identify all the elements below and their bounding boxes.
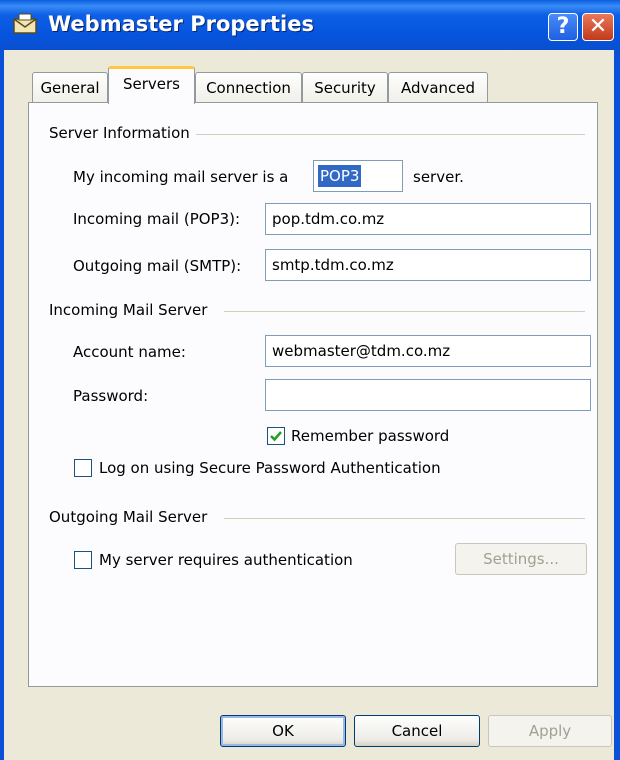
password-field[interactable] — [265, 379, 591, 411]
apply-button[interactable]: Apply — [488, 715, 612, 747]
help-button[interactable]: ? — [548, 13, 578, 41]
remember-password-checkbox[interactable] — [267, 427, 285, 445]
password-label: Password: — [73, 387, 149, 405]
tab-servers[interactable]: Servers — [108, 66, 195, 104]
tab-security[interactable]: Security — [302, 72, 388, 103]
tab-connection[interactable]: Connection — [195, 72, 302, 103]
incoming-mail-field[interactable]: pop.tdm.co.mz — [265, 203, 591, 235]
account-name-label: Account name: — [73, 343, 186, 361]
close-button[interactable]: ✕ — [582, 13, 614, 41]
incoming-type-suffix: server. — [413, 168, 464, 186]
servers-tab-panel: Server Information My incoming mail serv… — [28, 102, 598, 687]
secure-password-auth-checkbox[interactable] — [74, 459, 92, 477]
group-divider — [179, 134, 585, 135]
group-divider — [224, 518, 585, 519]
settings-button[interactable]: Settings... — [455, 543, 587, 575]
incoming-server-type-field[interactable]: POP3 — [313, 160, 403, 192]
mail-properties-icon — [13, 13, 37, 34]
incoming-server-type-value: POP3 — [318, 165, 362, 187]
cancel-button[interactable]: Cancel — [354, 715, 480, 747]
incoming-mail-label: Incoming mail (POP3): — [73, 210, 241, 228]
window-title: Webmaster Properties — [48, 12, 314, 36]
server-information-heading: Server Information — [49, 124, 196, 142]
server-requires-auth-checkbox[interactable] — [74, 551, 92, 569]
outgoing-mail-server-heading: Outgoing Mail Server — [49, 508, 214, 526]
tab-general[interactable]: General — [32, 72, 108, 103]
account-name-field[interactable]: webmaster@tdm.co.mz — [265, 335, 591, 367]
tab-advanced[interactable]: Advanced — [388, 72, 488, 103]
outgoing-mail-label: Outgoing mail (SMTP): — [73, 257, 242, 275]
incoming-mail-server-heading: Incoming Mail Server — [49, 301, 214, 319]
title-bar[interactable]: Webmaster Properties ? ✕ — [0, 0, 620, 50]
group-divider — [224, 311, 585, 312]
checkmark-icon — [270, 431, 282, 442]
server-requires-auth-label[interactable]: My server requires authentication — [99, 551, 353, 569]
window-frame-left — [0, 50, 4, 760]
outgoing-mail-field[interactable]: smtp.tdm.co.mz — [265, 249, 591, 281]
remember-password-label[interactable]: Remember password — [291, 427, 449, 445]
window-frame-right — [614, 50, 620, 760]
incoming-type-label: My incoming mail server is a — [73, 168, 289, 186]
secure-password-auth-label[interactable]: Log on using Secure Password Authenticat… — [99, 459, 441, 477]
ok-button[interactable]: OK — [220, 715, 346, 747]
